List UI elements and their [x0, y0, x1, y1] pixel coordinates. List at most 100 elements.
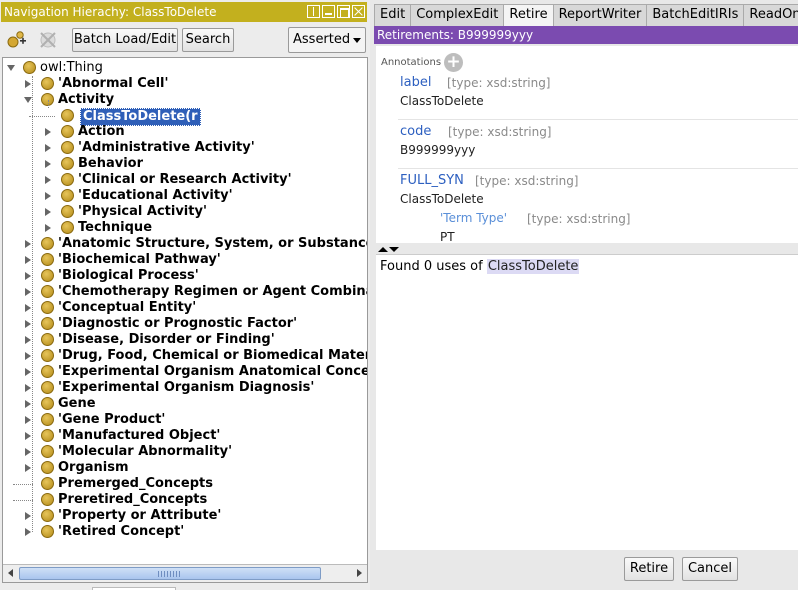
class-icon [41, 365, 54, 378]
tree-node-label: Technique [78, 220, 153, 235]
tab-retire[interactable]: Retire [503, 4, 554, 26]
tree-node-label: 'Drug, Food, Chemical or Biomedical Mate… [58, 348, 368, 363]
expand-icon[interactable] [45, 224, 51, 232]
expand-icon[interactable] [25, 368, 31, 376]
expand-icon[interactable] [25, 416, 31, 424]
divider [398, 168, 798, 169]
usage-entity[interactable]: ClassToDelete [486, 259, 580, 274]
tree-node-label: Behavior [78, 156, 144, 171]
expand-icon[interactable] [25, 432, 31, 440]
split-view-icon[interactable] [307, 5, 320, 18]
scroll-right-icon[interactable] [357, 569, 362, 577]
tree-node-label: Premerged_Concepts [58, 476, 213, 491]
annotations-title: Annotations [381, 57, 442, 68]
horizontal-scrollbar[interactable] [3, 564, 367, 582]
collapse-icon[interactable] [7, 65, 15, 71]
hierarchy-toolbar: Batch Load/Edit Search Asserted [0, 24, 370, 56]
view-mode-select[interactable]: Asserted [288, 27, 366, 53]
batch-load-edit-button[interactable]: Batch Load/Edit [72, 28, 178, 52]
expand-icon[interactable] [25, 384, 31, 392]
expand-icon[interactable] [25, 256, 31, 264]
qualifier-value: PT [440, 230, 455, 243]
annotation-property[interactable]: code [400, 124, 431, 139]
expand-icon[interactable] [25, 448, 31, 456]
class-tree: owl:Thing 'Abnormal Cell' Activity ClassTo… [3, 58, 367, 563]
collapse-icon[interactable] [24, 97, 32, 103]
delete-class-icon[interactable] [35, 27, 61, 53]
class-icon [41, 237, 54, 250]
expand-icon[interactable] [45, 128, 51, 136]
tree-node-label: 'Gene Product' [58, 412, 166, 427]
retire-button[interactable]: Retire [624, 557, 674, 581]
class-icon [41, 477, 54, 490]
tab-reportwriter[interactable]: ReportWriter [552, 4, 648, 26]
tab-readonly[interactable]: ReadOnly [743, 4, 798, 26]
editor-panel: Edit ComplexEdit Retire ReportWriter BatchEd… [372, 0, 798, 590]
class-tree-view[interactable]: owl:Thing 'Abnormal Cell' Activity ClassTo… [2, 57, 368, 583]
add-subclass-icon[interactable] [3, 27, 29, 53]
expand-icon[interactable] [25, 272, 31, 280]
splitter-arrows[interactable] [378, 246, 408, 254]
class-icon [41, 333, 54, 346]
class-icon [61, 221, 74, 234]
editor-tabs: Edit ComplexEdit Retire ReportWriter BatchEd… [374, 4, 798, 26]
tree-node-label: 'Disease, Disorder or Finding' [58, 332, 275, 347]
class-icon [41, 285, 54, 298]
expand-icon[interactable] [25, 512, 31, 520]
expand-icon[interactable] [45, 144, 51, 152]
class-icon [61, 205, 74, 218]
tree-node-label: 'Physical Activity' [78, 204, 207, 219]
class-icon [61, 109, 74, 122]
expand-icon[interactable] [45, 208, 51, 216]
class-icon [61, 157, 74, 170]
close-icon[interactable] [352, 5, 365, 18]
expand-icon[interactable] [25, 464, 31, 472]
class-icon [41, 445, 54, 458]
expand-icon[interactable] [25, 80, 31, 88]
annotation-property[interactable]: label [400, 75, 431, 90]
class-icon [61, 141, 74, 154]
expand-icon[interactable] [45, 160, 51, 168]
cancel-button[interactable]: Cancel [682, 557, 738, 581]
class-icon [41, 525, 54, 538]
class-icon [41, 493, 54, 506]
annotation-value: B999999yyy [400, 143, 476, 157]
expand-icon[interactable] [25, 352, 31, 360]
expand-icon[interactable] [25, 288, 31, 296]
annotation-type: [type: xsd:string] [475, 174, 579, 188]
scroll-left-icon[interactable] [8, 569, 13, 577]
maximize-icon[interactable] [337, 5, 350, 18]
add-annotation-icon[interactable]: + [444, 53, 463, 72]
expand-icon[interactable] [45, 176, 51, 184]
class-icon [61, 125, 74, 138]
annotations-panel: Annotations + label [type: xsd:string] C… [376, 46, 798, 243]
expand-icon[interactable] [25, 320, 31, 328]
class-icon [41, 381, 54, 394]
grip-icon [158, 571, 182, 577]
minimize-icon[interactable] [322, 5, 335, 18]
tab-batcheditiris[interactable]: BatchEditIRIs [646, 4, 745, 26]
tree-node-label: 'Molecular Abnormality' [58, 444, 233, 459]
arrow-up-icon[interactable] [378, 247, 388, 252]
scrollbar-thumb[interactable] [19, 567, 321, 580]
tree-node-label: 'Educational Activity' [78, 188, 233, 203]
expand-icon[interactable] [25, 240, 31, 248]
annotation-value: ClassToDelete [400, 94, 484, 108]
expand-icon[interactable] [45, 192, 51, 200]
annotation-value: ClassToDelete [400, 192, 484, 206]
arrow-down-icon[interactable] [389, 247, 399, 252]
expand-icon[interactable] [25, 336, 31, 344]
qualifier-property[interactable]: 'Term Type' [440, 211, 507, 225]
expand-icon[interactable] [25, 304, 31, 312]
navigation-hierarchy-panel: Navigation Hierachy: ClassToDelete Batch [0, 0, 370, 590]
annotation-property[interactable]: FULL_SYN [400, 173, 464, 188]
tab-edit[interactable]: Edit [374, 4, 412, 26]
tab-complexedit[interactable]: ComplexEdit [410, 4, 505, 26]
tree-node-label: Gene [58, 396, 96, 411]
tree-node-label: 'Retired Concept' [58, 524, 185, 539]
class-icon [41, 397, 54, 410]
expand-icon[interactable] [25, 400, 31, 408]
tree-node-label: Activity [58, 92, 115, 107]
expand-icon[interactable] [25, 528, 31, 536]
search-button[interactable]: Search [182, 28, 234, 52]
